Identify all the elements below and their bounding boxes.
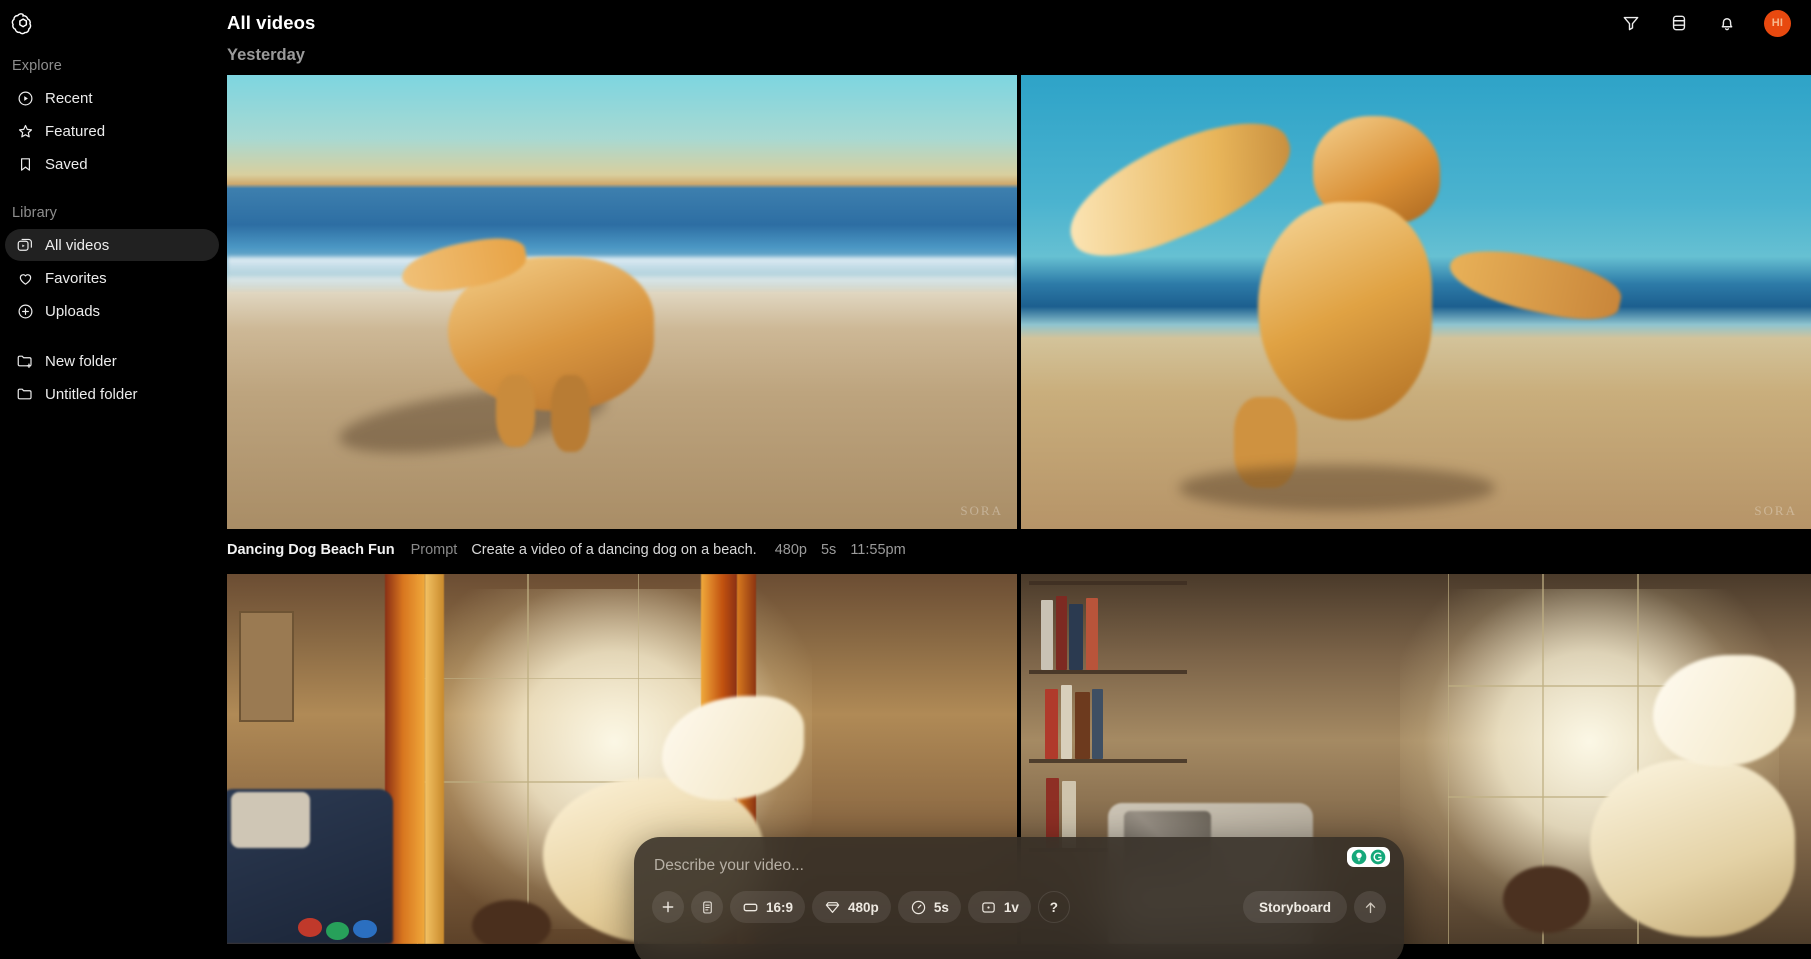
rectangle-icon — [743, 903, 758, 911]
top-bar-actions: HI — [1618, 9, 1791, 37]
filter-icon[interactable] — [1618, 10, 1644, 36]
play-circle-icon — [16, 89, 34, 107]
video-meta-row: Dancing Dog Beach Fun Prompt Create a vi… — [227, 529, 1811, 574]
aspect-ratio-button[interactable]: 16:9 — [730, 891, 806, 923]
frame-dot-icon — [982, 901, 995, 913]
sidebar-item-label: All videos — [45, 236, 110, 254]
star-icon — [16, 122, 34, 140]
sidebar-item-all-videos[interactable]: All videos — [5, 229, 219, 261]
sidebar-item-saved[interactable]: Saved — [5, 148, 219, 180]
sidebar-item-label: Saved — [45, 155, 88, 173]
plus-icon — [662, 901, 674, 913]
top-bar: All videos HI — [227, 0, 1811, 46]
add-attachment-button[interactable] — [652, 891, 684, 923]
bell-icon[interactable] — [1714, 10, 1740, 36]
beach-scene-art: SORA — [227, 75, 1017, 529]
sora-logo — [11, 13, 32, 35]
sidebar-item-label: Featured — [45, 122, 106, 140]
help-button[interactable]: ? — [1037, 891, 1070, 923]
grammarly-g-icon — [1370, 849, 1386, 865]
sidebar-item-uploads[interactable]: Uploads — [5, 295, 219, 327]
sidebar-item-featured[interactable]: Featured — [5, 115, 219, 147]
prompt-composer: 16:9 480p 5s — [634, 837, 1404, 959]
arrow-up-icon — [1365, 901, 1375, 913]
sidebar-logo[interactable] — [0, 0, 227, 48]
prompt-label: Prompt — [410, 542, 458, 558]
video-duration: 5s — [820, 542, 837, 558]
resolution-button[interactable]: 480p — [812, 891, 891, 923]
aspect-ratio-label: 16:9 — [766, 899, 794, 915]
video-prompt-text: Create a video of a dancing dog on a bea… — [471, 542, 757, 558]
folder-icon — [16, 385, 34, 403]
storyboard-label: Storyboard — [1258, 899, 1331, 915]
sidebar-item-label: Uploads — [45, 302, 101, 320]
sidebar-divider-gap — [0, 328, 227, 344]
heart-icon — [16, 269, 34, 287]
sidebar-section-explore-label: Explore — [12, 58, 62, 74]
sidebar-section-library-label: Library — [12, 205, 58, 221]
resolution-label: 480p — [848, 899, 879, 915]
help-label: ? — [1049, 899, 1058, 915]
prompt-input[interactable] — [652, 855, 1386, 891]
app-root: Explore Recent Featured Saved Library Al… — [0, 0, 1811, 959]
sidebar-item-new-folder[interactable]: New folder — [5, 345, 219, 377]
avatar[interactable]: HI — [1764, 9, 1791, 37]
duration-label: 5s — [933, 899, 949, 915]
sidebar-item-favorites[interactable]: Favorites — [5, 262, 219, 294]
bookmark-icon — [16, 155, 34, 173]
video-library-icon — [16, 236, 34, 254]
sidebar-item-recent[interactable]: Recent — [5, 82, 219, 114]
folder-plus-icon — [16, 352, 34, 370]
send-button[interactable] — [1354, 891, 1386, 923]
sidebar: Explore Recent Featured Saved Library Al… — [0, 0, 227, 959]
video-title: Dancing Dog Beach Fun — [227, 542, 395, 558]
sidebar-item-untitled-folder[interactable]: Untitled folder — [5, 378, 219, 410]
duration-button[interactable]: 5s — [897, 891, 961, 923]
storyboard-button[interactable]: Storyboard — [1242, 891, 1347, 923]
video-row-1: SORA SORA — [227, 75, 1811, 529]
video-resolution: 480p — [774, 542, 807, 558]
variations-button[interactable]: 1v — [967, 891, 1031, 923]
page-title: All videos — [227, 12, 316, 33]
video-watermark-2: SORA — [1754, 503, 1797, 518]
sidebar-item-label: Favorites — [45, 269, 107, 287]
variations-label: 1v — [1003, 899, 1019, 915]
card-list-icon — [702, 900, 712, 914]
lightbulb-icon — [1351, 849, 1367, 865]
clock-icon — [911, 900, 926, 914]
preset-button[interactable] — [691, 891, 723, 923]
beach-scene-art-2: SORA — [1021, 75, 1811, 529]
main-content: All videos HI Yesterday SORA SORA Dancin… — [227, 0, 1811, 959]
prompt-toolbar: 16:9 480p 5s 1v ? Storyboard — [652, 891, 1386, 923]
video-timestamp: 11:55pm — [850, 542, 906, 558]
plus-circle-icon — [16, 302, 34, 320]
grammarly-widget[interactable] — [1347, 847, 1390, 867]
date-group-heading: Yesterday — [227, 46, 305, 64]
diamond-icon — [825, 901, 840, 913]
avatar-initials: HI — [1771, 17, 1784, 29]
video-feed: Yesterday SORA SORA Dancing Dog Beach Fu… — [227, 46, 1811, 944]
video-thumbnail-right[interactable]: SORA — [1021, 75, 1811, 529]
sidebar-item-label: Untitled folder — [45, 385, 138, 403]
sidebar-item-label: New folder — [45, 352, 117, 370]
video-watermark: SORA — [960, 503, 1003, 518]
sidebar-item-label: Recent — [45, 89, 93, 107]
video-thumbnail-left[interactable]: SORA — [227, 75, 1017, 529]
layout-toggle-icon[interactable] — [1666, 10, 1692, 36]
